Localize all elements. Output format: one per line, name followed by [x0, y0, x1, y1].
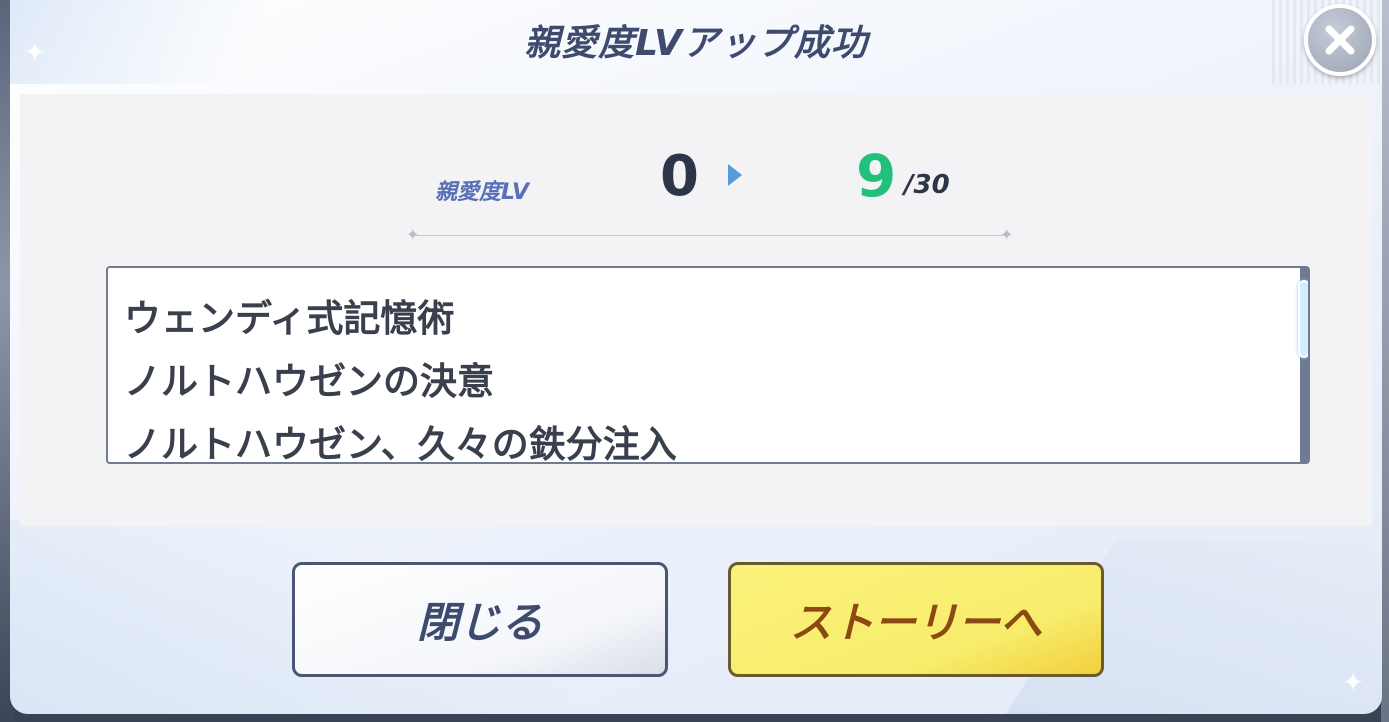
scrollbar-thumb[interactable] — [1298, 280, 1308, 358]
close-button-label: 閉じる — [416, 598, 543, 647]
background-right-edge — [1381, 0, 1389, 722]
max-level-value: /30 — [904, 170, 950, 200]
close-x-icon — [1325, 25, 1355, 55]
divider — [412, 235, 1010, 236]
level-up-dialog: ✦ ✦ 親愛度LVアップ成功 親愛度LV 0 9 /30 ✦ ✦ ウェンディ式記… — [10, 0, 1382, 714]
affinity-level-label: 親愛度LV — [435, 180, 530, 205]
list-item: ウェンディ式記憶術 — [124, 297, 455, 340]
sparkle-icon: ✦ — [406, 225, 420, 244]
dialog-title: 親愛度LVアップ成功 — [524, 23, 868, 64]
list-item: ノルトハウゼンの決意 — [124, 360, 494, 403]
story-button-label: ストーリーへ — [789, 598, 1042, 647]
content-panel: 親愛度LV 0 9 /30 ✦ ✦ ウェンディ式記憶術 ノルトハウゼンの決意 ノ… — [20, 94, 1372, 526]
close-dialog-button[interactable]: 閉じる — [292, 562, 668, 677]
arrow-right-icon — [728, 164, 742, 186]
sparkle-icon: ✦ — [1342, 668, 1364, 698]
list-item: ノルトハウゼン、久々の鉄分注入 — [124, 423, 677, 464]
sparkle-icon: ✦ — [1000, 225, 1014, 244]
unlocked-story-list[interactable]: ウェンディ式記憶術 ノルトハウゼンの決意 ノルトハウゼン、久々の鉄分注入 — [106, 266, 1310, 464]
old-level-value: 0 — [660, 144, 699, 209]
go-to-story-button[interactable]: ストーリーへ — [728, 562, 1104, 677]
close-button[interactable] — [1304, 4, 1376, 76]
new-level-value: 9 — [856, 142, 897, 210]
